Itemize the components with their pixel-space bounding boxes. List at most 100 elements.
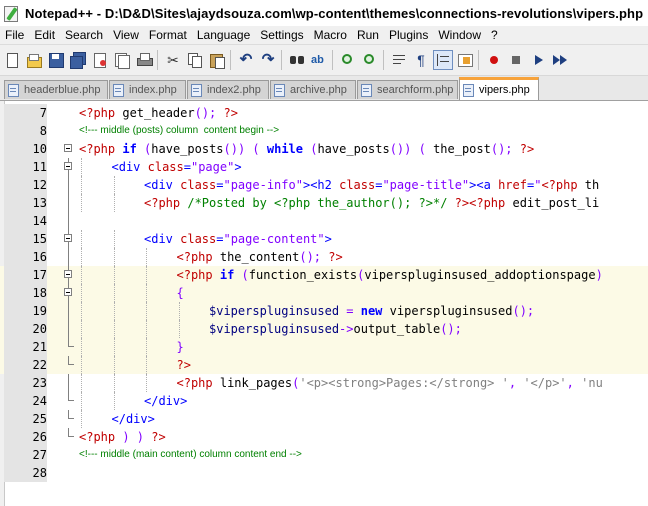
fold-toggle-icon[interactable] [62,158,76,176]
stop-macro-button[interactable] [506,50,526,70]
menu-language[interactable]: Language [192,28,255,42]
new-file-button[interactable] [2,50,22,70]
code-line[interactable]: 21} [0,338,648,356]
menu-plugins[interactable]: Plugins [384,28,433,42]
toolbar-separator [157,50,158,70]
code-line[interactable]: 26 <?php ) ) ?> [0,428,648,446]
tab-archive[interactable]: archive.php [270,80,356,99]
cut-icon: ✂ [167,52,179,68]
zoom-out-icon [362,52,378,68]
code-text: <?php if (function_exists(viperspluginsu… [176,268,603,282]
find-icon [289,52,305,68]
open-file-button[interactable] [24,50,44,70]
code-line[interactable]: 18 { [0,284,648,302]
redo-button[interactable]: ↷ [258,50,278,70]
fold-toggle-icon[interactable] [62,266,76,284]
fold-marker [62,446,76,464]
record-macro-button[interactable] [484,50,504,70]
tab-label: index.php [129,84,177,96]
code-line[interactable]: 22 ?> [0,356,648,374]
line-number: 11 [4,158,47,176]
code-line[interactable]: 8 <!--- middle (posts) column content beg… [0,122,648,140]
tab-vipers[interactable]: vipers.php [459,77,539,100]
zoom-out-button[interactable] [360,50,380,70]
code-line[interactable]: 17 <?php if (function_exists(vipersplugin… [0,266,648,284]
menu-search[interactable]: Search [60,28,108,42]
show-all-characters-button[interactable]: ¶ [411,50,431,70]
language-button[interactable] [455,50,475,70]
tab-index[interactable]: index.php [109,80,186,99]
code-line[interactable]: 24 </div> [0,392,648,410]
run-macro-multiple-button[interactable] [550,50,570,70]
cut-button[interactable]: ✂ [163,50,183,70]
save-button[interactable] [46,50,66,70]
code-line[interactable]: 19 $viperspluginsused = new vipersplugins… [0,302,648,320]
code-line[interactable]: 7 <?php get_header(); ?> [0,104,648,122]
record-icon [486,52,502,68]
code-editor[interactable]: 7 <?php get_header(); ?> 8 <!--- middle (po… [0,101,648,506]
fold-marker [62,410,76,428]
copy-button[interactable] [185,50,205,70]
menu-settings[interactable]: Settings [255,28,308,42]
line-number: 7 [4,104,47,122]
code-line[interactable]: 16 <?php the_content(); ?> [0,248,648,266]
zoom-in-button[interactable] [338,50,358,70]
indent-guide-icon [435,52,451,68]
fold-toggle-icon[interactable] [62,230,76,248]
print-button[interactable] [134,50,154,70]
menu-run[interactable]: Run [352,28,384,42]
menu-view[interactable]: View [108,28,144,42]
play-macro-button[interactable] [528,50,548,70]
code-line[interactable]: 12 <div class="page-info"><h2 class="page… [0,176,648,194]
indent-guide [81,158,82,176]
code-line[interactable]: 20 $viperspluginsused->output_table(); [0,320,648,338]
code-line[interactable]: 10 <?php if (have_posts()) ( while (have_… [0,140,648,158]
indent-guide [81,320,82,338]
window-title: Notepad++ - D:\D&D\Sites\ajaydsouza.com\… [25,5,644,21]
tab-index2[interactable]: index2.php [187,80,269,99]
close-all-button[interactable] [112,50,132,70]
toolbar-separator [230,50,231,70]
menu-format[interactable]: Format [144,28,192,42]
fold-marker [62,338,76,356]
close-all-icon [114,52,130,69]
menu-window[interactable]: Window [433,28,486,42]
paste-button[interactable] [207,50,227,70]
print-icon [136,52,153,68]
code-line[interactable]: 15 <div class="page-content"> [0,230,648,248]
code-line[interactable]: 28 [0,464,648,482]
replace-button[interactable]: ab [309,50,329,70]
indent-guide [113,194,115,212]
menu-file[interactable]: File [0,28,29,42]
indent-guide [81,410,82,428]
find-button[interactable] [287,50,307,70]
line-number: 17 [4,266,47,284]
save-all-button[interactable] [68,50,88,70]
line-number: 27 [4,446,47,464]
code-line[interactable]: 27 <!--- middle (main content) column con… [0,446,648,464]
menu-help[interactable]: ? [486,28,503,42]
replace-icon: ab [311,54,324,66]
line-number: 25 [4,410,47,428]
tab-searchform[interactable]: searchform.php [357,80,458,99]
code-text: </div> [111,412,155,426]
code-line[interactable]: 23 <?php link_pages('<p><strong>Pages:</s… [0,374,648,392]
fold-toggle-icon[interactable] [62,140,76,158]
code-text: ?> [176,358,191,372]
close-button[interactable] [90,50,110,70]
word-wrap-button[interactable] [389,50,409,70]
code-line[interactable]: 13 <?php /*Posted by <?php the_author(); … [0,194,648,212]
tab-headerblue[interactable]: headerblue.php [4,80,108,99]
line-number: 15 [4,230,47,248]
menu-macro[interactable]: Macro [309,28,352,42]
indent-guide-button[interactable] [433,50,453,70]
code-text: <div class="page"> [111,160,242,174]
undo-button[interactable]: ↶ [236,50,256,70]
menu-edit[interactable]: Edit [29,28,60,42]
code-line[interactable]: 25 </div> [0,410,648,428]
fold-toggle-icon[interactable] [62,284,76,302]
fold-marker [62,464,76,482]
line-number: 28 [4,464,47,482]
code-line[interactable]: 11 <div class="page"> [0,158,648,176]
code-line[interactable]: 14 [0,212,648,230]
